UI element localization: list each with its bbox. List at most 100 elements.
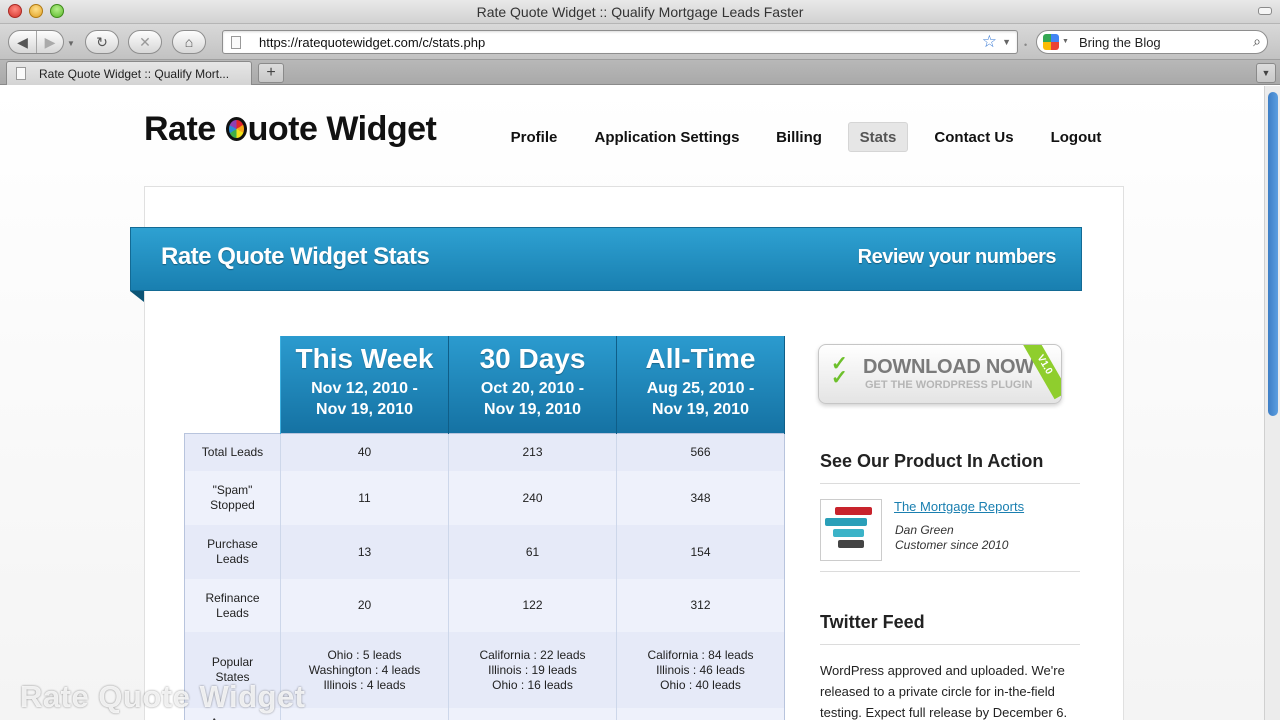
vertical-scrollbar[interactable] (1264, 86, 1280, 720)
stat-cell: California : 22 leads Illinois : 19 leads… (448, 632, 617, 708)
stat-value: 154 (690, 544, 711, 559)
period-range-start: Aug 25, 2010 - (646, 380, 755, 397)
tab-page-icon (16, 67, 26, 80)
back-forward-group: ◀ ▶ (8, 30, 64, 54)
stat-value: Washington : 4 leads (308, 662, 421, 677)
scrollbar-thumb[interactable] (1268, 92, 1278, 416)
row-label-line: "Spam" (212, 483, 253, 497)
row-label-line: Popular (211, 655, 254, 669)
row-label-line: Leads (216, 552, 249, 566)
logo-text-start: Rate (144, 110, 225, 148)
nav-application-settings[interactable]: Application Settings (588, 122, 746, 152)
url-text[interactable]: https://ratequotewidget.com/c/stats.php (259, 35, 485, 50)
stat-cell: 154 (616, 525, 785, 579)
period-header-all-time: All-Time Aug 25, 2010 - Nov 19, 2010 (616, 336, 785, 433)
row-label-line: Purchase (207, 537, 258, 551)
search-bar[interactable]: ▼ Bring the Blog ⌕ (1036, 30, 1268, 54)
nav-profile[interactable]: Profile (500, 122, 568, 152)
table-row: "Spam" Stopped 11 240 348 (184, 471, 785, 525)
table-row: Refinance Leads 20 122 312 (184, 579, 785, 632)
tab-title: Rate Quote Widget :: Qualify Mort... (39, 67, 230, 81)
product-heading: See Our Product In Action (820, 451, 1044, 471)
divider (820, 571, 1080, 572)
window-title: Rate Quote Widget :: Qualify Mortgage Le… (476, 4, 804, 20)
stat-value: 122 (522, 598, 543, 612)
stat-cell: 11 (280, 471, 449, 525)
stat-value: 348 (690, 490, 711, 505)
stat-cell: 348 (616, 471, 785, 525)
row-label-line: Total Leads (201, 444, 264, 459)
table-row: Purchase Leads 13 61 154 (184, 525, 785, 579)
period-name: All-Time (645, 343, 756, 374)
stats-table: This Week Nov 12, 2010 - Nov 19, 2010 30… (184, 336, 785, 720)
divider (820, 644, 1080, 645)
testimonial-thumbnail[interactable] (820, 499, 882, 561)
history-dropdown-icon[interactable]: ▼ (67, 39, 75, 48)
stat-value: Ohio : 5 leads (327, 647, 402, 662)
stat-cell: 40 (280, 432, 449, 471)
banner-subtitle: Review your numbers (857, 246, 1057, 268)
stat-value: 13 (357, 544, 372, 559)
site-logo[interactable]: Rate uote Widget (144, 110, 437, 149)
address-bar[interactable]: https://ratequotewidget.com/c/stats.php … (222, 30, 1018, 54)
bookmark-star-icon[interactable]: ☆ (982, 32, 997, 52)
thumb-stripe (835, 507, 872, 515)
row-label-line: Refinance (205, 590, 260, 605)
home-button[interactable]: ⌂ (172, 30, 206, 54)
row-label: Purchase Leads (184, 525, 281, 579)
period-header-30-days: 30 Days Oct 20, 2010 - Nov 19, 2010 (448, 336, 617, 433)
stats-banner: Rate Quote Widget Stats Review your numb… (130, 227, 1082, 291)
stat-value: California : 22 leads (479, 647, 586, 662)
stat-value: California : 84 leads (647, 647, 754, 662)
engine-dropdown-icon[interactable]: ▼ (1062, 38, 1069, 45)
period-name: 30 Days (479, 343, 586, 374)
tab-active[interactable]: Rate Quote Widget :: Qualify Mort... (6, 61, 252, 85)
download-subtitle: GET THE WORDPRESS PLUGIN (865, 379, 1033, 391)
nav-logout[interactable]: Logout (1044, 122, 1108, 152)
stat-value: 312 (690, 598, 711, 612)
row-label: Refinance Leads (184, 579, 281, 632)
divider (820, 483, 1080, 484)
period-range-end: Nov 19, 2010 (652, 401, 749, 418)
tab-list-button[interactable]: ▼ (1256, 63, 1276, 83)
toolbar-toggle-button[interactable] (1258, 7, 1272, 15)
table-row: Total Leads 40 213 566 (184, 432, 785, 471)
forward-button[interactable]: ▶ (35, 31, 63, 53)
stat-value: 240 (522, 490, 543, 505)
period-range-end: Nov 19, 2010 (484, 401, 581, 418)
download-plugin-button[interactable]: ✓ ✓ DOWNLOAD NOW GET THE WORDPRESS PLUGIN… (818, 344, 1062, 404)
nav-contact-us[interactable]: Contact Us (928, 122, 1020, 152)
stat-cell: 213 (448, 432, 617, 471)
stat-cell: 61 (448, 525, 617, 579)
page-icon (231, 36, 241, 49)
resize-handle[interactable]: • (1024, 40, 1027, 50)
url-dropdown-icon[interactable]: ▼ (1002, 37, 1011, 47)
period-name: This Week (295, 343, 434, 374)
tab-strip: Rate Quote Widget :: Qualify Mort... + ▼ (0, 60, 1280, 85)
row-label-line: Leads (216, 605, 249, 620)
period-header-this-week: This Week Nov 12, 2010 - Nov 19, 2010 (280, 336, 449, 433)
video-watermark: Rate Quote Widget (20, 679, 306, 714)
back-button[interactable]: ◀ (9, 31, 36, 53)
row-label: "Spam" Stopped (184, 471, 281, 525)
nav-billing[interactable]: Billing (768, 122, 830, 152)
stop-button[interactable]: ✕ (128, 30, 162, 54)
nav-stats[interactable]: Stats (848, 122, 908, 152)
stat-value: 11 (358, 490, 371, 505)
testimonial-since: Customer since 2010 (895, 538, 1009, 552)
search-input[interactable]: Bring the Blog (1079, 35, 1161, 50)
stat-cell (616, 708, 785, 720)
period-range-start: Oct 20, 2010 - (480, 380, 585, 397)
stats-body: Total Leads 40 213 566 "Spam" Stopped 11 240 348… (184, 432, 785, 720)
new-tab-button[interactable]: + (258, 63, 284, 83)
thumb-stripe (838, 540, 864, 548)
stat-value: 213 (522, 444, 543, 459)
testimonial-link[interactable]: The Mortgage Reports (894, 499, 1024, 514)
search-icon[interactable]: ⌕ (1253, 33, 1261, 50)
thumb-stripe (832, 529, 864, 537)
thumb-stripe (825, 518, 867, 526)
reload-button[interactable]: ↻ (85, 30, 119, 54)
google-engine-icon[interactable] (1043, 34, 1059, 50)
banner-fold (130, 291, 144, 302)
twitter-heading: Twitter Feed (820, 612, 925, 632)
